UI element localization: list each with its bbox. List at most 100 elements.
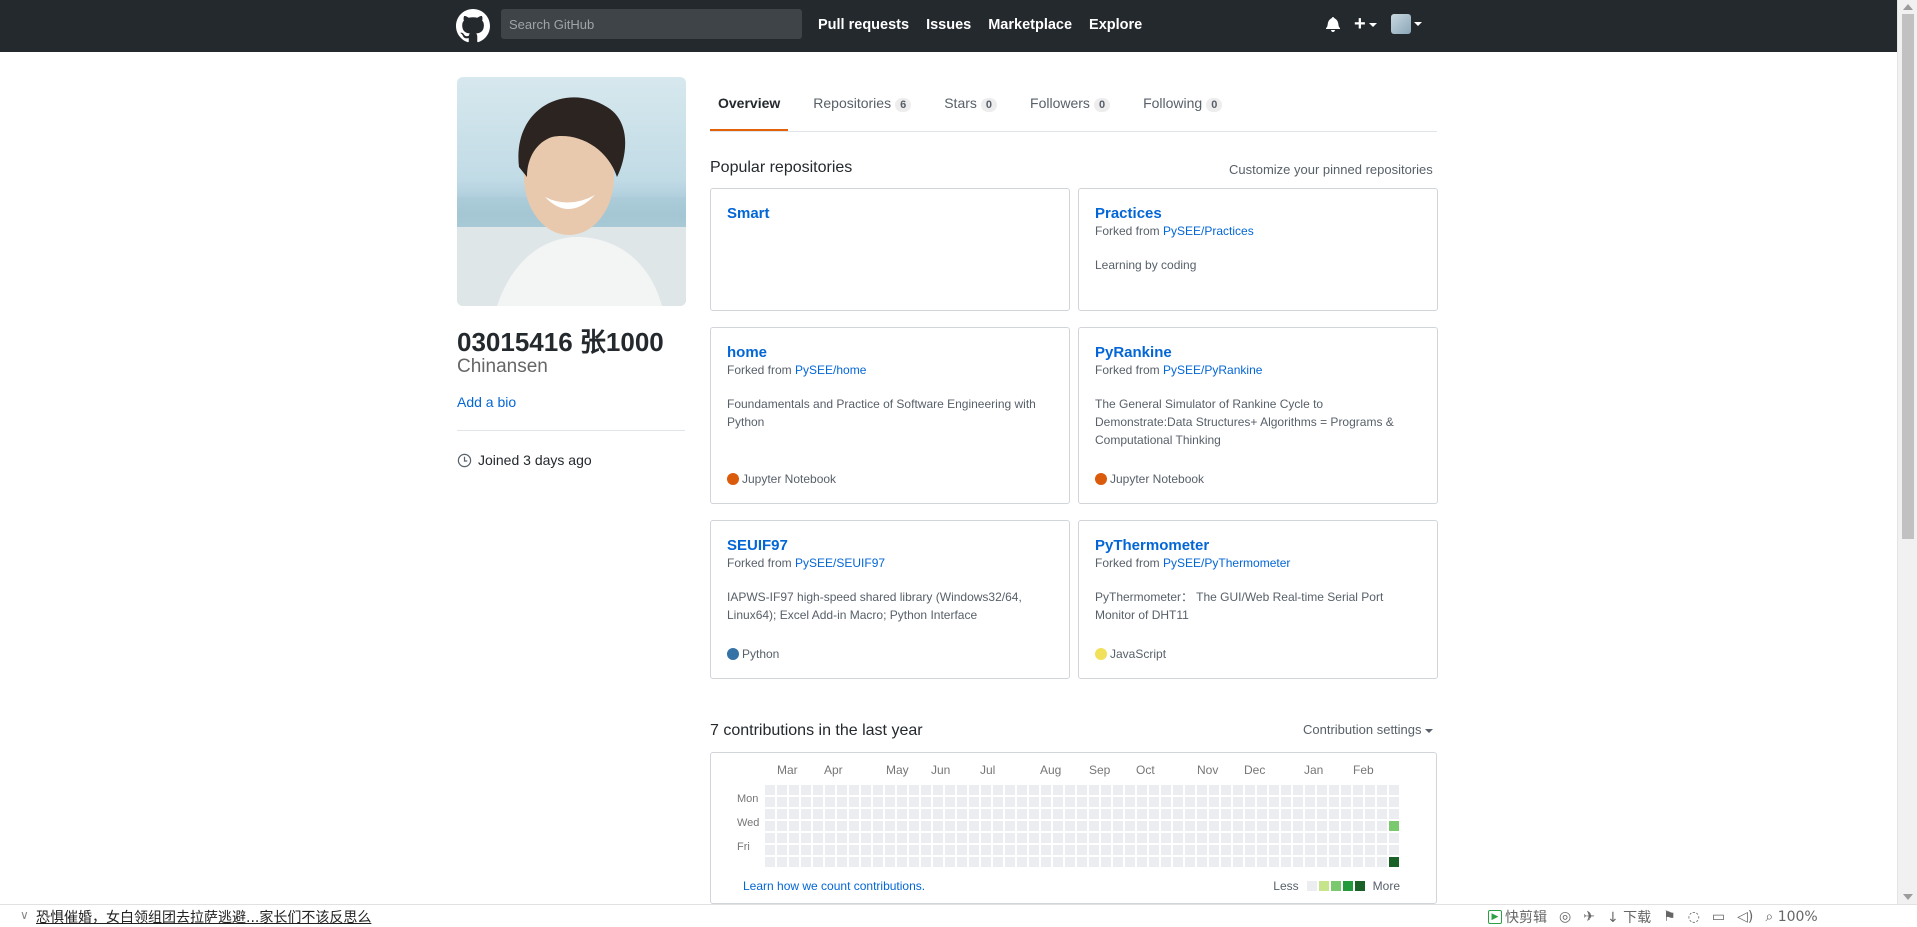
browser-icon[interactable]: ◌ bbox=[1688, 909, 1700, 925]
contribution-day[interactable] bbox=[1221, 833, 1231, 843]
contribution-day[interactable] bbox=[1389, 797, 1399, 807]
contribution-day[interactable] bbox=[1017, 809, 1027, 819]
contribution-day[interactable] bbox=[1149, 833, 1159, 843]
contribution-day[interactable] bbox=[1041, 809, 1051, 819]
contribution-day[interactable] bbox=[1257, 821, 1267, 831]
contribution-day[interactable] bbox=[1089, 845, 1099, 855]
contribution-day[interactable] bbox=[1041, 821, 1051, 831]
contribution-day[interactable] bbox=[981, 845, 991, 855]
contribution-day[interactable] bbox=[1377, 833, 1387, 843]
scroll-thumb[interactable] bbox=[1902, 14, 1914, 539]
contribution-day[interactable] bbox=[801, 809, 811, 819]
contribution-day[interactable] bbox=[1017, 797, 1027, 807]
contribution-day[interactable] bbox=[1173, 833, 1183, 843]
contribution-day[interactable] bbox=[813, 785, 823, 795]
contribution-day[interactable] bbox=[1017, 821, 1027, 831]
contribution-day[interactable] bbox=[1293, 797, 1303, 807]
contribution-day[interactable] bbox=[1365, 821, 1375, 831]
contribution-day[interactable] bbox=[981, 821, 991, 831]
contribution-day[interactable] bbox=[945, 845, 955, 855]
pin-icon[interactable]: ✈ bbox=[1583, 909, 1595, 925]
contribution-day[interactable] bbox=[1257, 797, 1267, 807]
contribution-day[interactable] bbox=[1173, 809, 1183, 819]
contribution-day[interactable] bbox=[765, 785, 775, 795]
contribution-day[interactable] bbox=[885, 845, 895, 855]
contribution-day[interactable] bbox=[1197, 785, 1207, 795]
contribution-day[interactable] bbox=[969, 809, 979, 819]
contribution-day[interactable] bbox=[1077, 821, 1087, 831]
contribution-day[interactable] bbox=[933, 785, 943, 795]
contribution-day[interactable] bbox=[825, 809, 835, 819]
contribution-day[interactable] bbox=[1377, 797, 1387, 807]
contribution-day[interactable] bbox=[837, 785, 847, 795]
contribution-day[interactable] bbox=[1281, 797, 1291, 807]
contribution-day[interactable] bbox=[873, 833, 883, 843]
contribution-day[interactable] bbox=[825, 857, 835, 867]
contribution-day[interactable] bbox=[849, 821, 859, 831]
contribution-day[interactable] bbox=[825, 845, 835, 855]
contribution-day[interactable] bbox=[1377, 845, 1387, 855]
contribution-day[interactable] bbox=[921, 857, 931, 867]
contribution-day[interactable] bbox=[801, 857, 811, 867]
contribution-day[interactable] bbox=[885, 833, 895, 843]
contribution-day[interactable] bbox=[1209, 821, 1219, 831]
contribution-day[interactable] bbox=[1341, 797, 1351, 807]
fork-source-link[interactable]: PySEE/PyRankine bbox=[1163, 363, 1262, 377]
contribution-day[interactable] bbox=[1125, 785, 1135, 795]
contribution-day[interactable] bbox=[1329, 857, 1339, 867]
contribution-day[interactable] bbox=[801, 821, 811, 831]
contribution-day[interactable] bbox=[861, 797, 871, 807]
contribution-day[interactable] bbox=[1065, 821, 1075, 831]
contribution-day[interactable] bbox=[1365, 797, 1375, 807]
contribution-day[interactable] bbox=[921, 809, 931, 819]
contribution-day[interactable] bbox=[1233, 785, 1243, 795]
contribution-day[interactable] bbox=[1233, 797, 1243, 807]
contribution-day[interactable] bbox=[1269, 821, 1279, 831]
contribution-day[interactable] bbox=[993, 797, 1003, 807]
contribution-day[interactable] bbox=[777, 833, 787, 843]
contribution-day[interactable] bbox=[1029, 797, 1039, 807]
contribution-day[interactable] bbox=[1257, 857, 1267, 867]
contribution-day[interactable] bbox=[897, 833, 907, 843]
contribution-day[interactable] bbox=[1305, 821, 1315, 831]
contribution-day[interactable] bbox=[1317, 821, 1327, 831]
contribution-day[interactable] bbox=[1113, 797, 1123, 807]
contribution-day[interactable] bbox=[1341, 857, 1351, 867]
contribution-day[interactable] bbox=[1389, 821, 1399, 831]
nav-marketplace[interactable]: Marketplace bbox=[988, 17, 1072, 33]
contribution-day[interactable] bbox=[1041, 797, 1051, 807]
contribution-day[interactable] bbox=[1137, 833, 1147, 843]
window-icon[interactable]: ▭ bbox=[1712, 909, 1725, 925]
contribution-day[interactable] bbox=[909, 821, 919, 831]
user-menu-button[interactable] bbox=[1390, 14, 1422, 34]
contribution-day[interactable] bbox=[1269, 845, 1279, 855]
contribution-day[interactable] bbox=[861, 821, 871, 831]
contribution-day[interactable] bbox=[1173, 821, 1183, 831]
contribution-day[interactable] bbox=[933, 845, 943, 855]
contribution-day[interactable] bbox=[897, 857, 907, 867]
contribution-day[interactable] bbox=[1053, 797, 1063, 807]
contribution-day[interactable] bbox=[1353, 821, 1363, 831]
contribution-day[interactable] bbox=[1221, 785, 1231, 795]
contribution-day[interactable] bbox=[1017, 845, 1027, 855]
contribution-day[interactable] bbox=[1161, 857, 1171, 867]
contribution-day[interactable] bbox=[1281, 809, 1291, 819]
contribution-day[interactable] bbox=[1053, 845, 1063, 855]
contribution-day[interactable] bbox=[1149, 809, 1159, 819]
contribution-day[interactable] bbox=[1293, 821, 1303, 831]
contribution-day[interactable] bbox=[933, 833, 943, 843]
contribution-day[interactable] bbox=[1233, 845, 1243, 855]
contribution-day[interactable] bbox=[1149, 845, 1159, 855]
fork-source-link[interactable]: PySEE/SEUIF97 bbox=[795, 556, 885, 570]
zoom-control[interactable]: ⌕ 100% bbox=[1765, 909, 1817, 925]
contribution-day[interactable] bbox=[1041, 785, 1051, 795]
contribution-day[interactable] bbox=[1101, 845, 1111, 855]
contribution-day[interactable] bbox=[1377, 785, 1387, 795]
contribution-day[interactable] bbox=[1125, 797, 1135, 807]
contribution-day[interactable] bbox=[1161, 833, 1171, 843]
contribution-day[interactable] bbox=[993, 809, 1003, 819]
fork-source-link[interactable]: PySEE/Practices bbox=[1163, 224, 1254, 238]
contribution-day[interactable] bbox=[1281, 785, 1291, 795]
chevron-down-icon[interactable]: ∨ bbox=[20, 908, 29, 922]
contribution-day[interactable] bbox=[789, 809, 799, 819]
